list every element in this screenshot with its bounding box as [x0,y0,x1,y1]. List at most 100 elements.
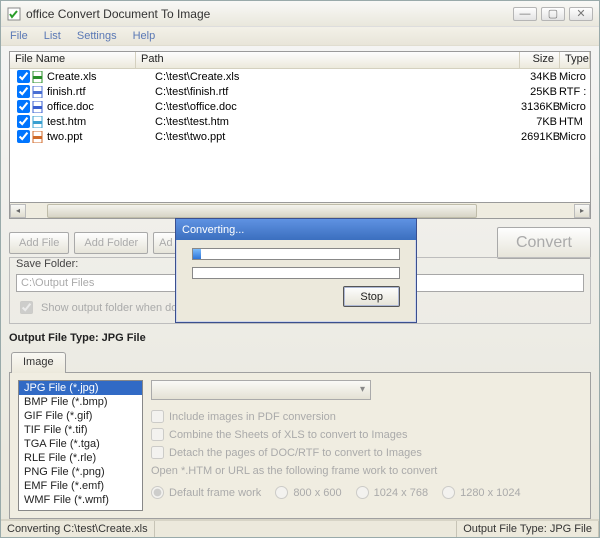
progress-bar-1 [192,248,400,260]
list-item[interactable]: PNG File (*.png) [19,465,142,479]
cell-size: 34KB [521,71,559,83]
window-controls: — ▢ ✕ [513,7,593,21]
framework-note: Open *.HTM or URL as the following frame… [151,465,582,477]
fw-1280-radio[interactable] [442,486,455,499]
col-type[interactable]: Type [560,52,590,68]
window-title: office Convert Document To Image [26,7,513,21]
status-right: Output File Type: JPG File [457,521,599,537]
frame-sizes: Default frame work 800 x 600 1024 x 768 … [151,481,582,504]
cell-path: C:\test\finish.rtf [155,86,521,98]
quality-combo[interactable] [151,380,371,400]
fw-default-radio[interactable] [151,486,164,499]
cell-path: C:\test\office.doc [155,101,521,113]
show-output-label: Show output folder when done [41,302,190,314]
row-checkbox[interactable] [17,100,30,113]
titlebar: office Convert Document To Image — ▢ ✕ [1,1,599,27]
list-item[interactable]: RLE File (*.rle) [19,451,142,465]
close-button[interactable]: ✕ [569,7,593,21]
fw-1024-radio[interactable] [356,486,369,499]
converting-dialog: Converting... Stop [175,218,417,323]
file-icon [32,71,44,83]
horizontal-scrollbar[interactable]: ◂ ▸ [9,203,591,219]
menu-help[interactable]: Help [126,28,163,44]
minimize-button[interactable]: — [513,7,537,21]
list-item[interactable]: WMF File (*.wmf) [19,493,142,507]
menu-settings[interactable]: Settings [70,28,124,44]
file-type-list[interactable]: JPG File (*.jpg)BMP File (*.bmp)GIF File… [18,380,143,511]
add-file-button[interactable]: Add File [9,232,69,254]
scroll-track[interactable] [27,204,573,218]
cell-filename: test.htm [47,116,155,128]
cell-size: 25KB [521,86,559,98]
progress-bar-2 [192,267,400,279]
status-left: Converting C:\test\Create.xls [1,521,155,537]
row-checkbox[interactable] [17,115,30,128]
list-item[interactable]: GIF File (*.gif) [19,409,142,423]
file-icon [32,86,44,98]
output-file-type-label: Output File Type: JPG File [9,332,591,344]
table-row[interactable]: finish.rtfC:\test\finish.rtf25KBRTF : [10,84,590,99]
menubar: File List Settings Help [1,27,599,46]
list-item[interactable]: BMP File (*.bmp) [19,395,142,409]
stop-button[interactable]: Stop [343,286,400,307]
dialog-title: Converting... [176,219,416,240]
tabs: Image [9,352,591,373]
cell-size: 2691KB [521,131,559,143]
progress-fill-1 [193,249,201,259]
file-grid: File Name Path Size Type Create.xlsC:\te… [9,51,591,203]
include-images-checkbox[interactable] [151,410,164,423]
menu-file[interactable]: File [3,28,35,44]
show-output-checkbox[interactable] [20,301,33,314]
combine-sheets-checkbox[interactable] [151,428,164,441]
row-checkbox[interactable] [17,70,30,83]
table-row[interactable]: test.htmC:\test\test.htm7KBHTM [10,114,590,129]
cell-filename: two.ppt [47,131,155,143]
table-row[interactable]: office.docC:\test\office.doc3136KBMicro [10,99,590,114]
detach-pages-label: Detach the pages of DOC/RTF to convert t… [169,447,422,459]
convert-button[interactable]: Convert [497,227,591,259]
list-item[interactable]: JPG File (*.jpg) [19,381,142,395]
cell-type: HTM [559,116,587,128]
file-icon [32,131,44,143]
table-row[interactable]: Create.xlsC:\test\Create.xls34KBMicro [10,69,590,84]
app-icon [7,7,21,21]
detach-pages-checkbox[interactable] [151,446,164,459]
col-size[interactable]: Size [520,52,560,68]
scroll-thumb[interactable] [47,204,477,218]
status-fill [155,521,458,537]
row-checkbox[interactable] [17,85,30,98]
col-filename[interactable]: File Name [10,52,136,68]
cell-filename: office.doc [47,101,155,113]
cell-type: RTF : [559,86,587,98]
table-row[interactable]: two.pptC:\test\two.ppt2691KBMicro [10,129,590,144]
maximize-button[interactable]: ▢ [541,7,565,21]
fw-800-radio[interactable] [275,486,288,499]
cell-filename: Create.xls [47,71,155,83]
cell-size: 7KB [521,116,559,128]
cell-type: Micro [559,71,587,83]
scroll-left-button[interactable]: ◂ [10,204,26,218]
cell-filename: finish.rtf [47,86,155,98]
options-pane: Include images in PDF conversion Combine… [151,380,582,511]
cell-type: Micro [559,131,587,143]
cell-path: C:\test\Create.xls [155,71,521,83]
combine-sheets-label: Combine the Sheets of XLS to convert to … [169,429,407,441]
grid-header: File Name Path Size Type [10,52,590,69]
col-path[interactable]: Path [136,52,520,68]
add-folder-button[interactable]: Add Folder [74,232,148,254]
list-item[interactable]: TIF File (*.tif) [19,423,142,437]
cell-path: C:\test\two.ppt [155,131,521,143]
row-checkbox[interactable] [17,130,30,143]
list-item[interactable]: TGA File (*.tga) [19,437,142,451]
grid-rows: Create.xlsC:\test\Create.xls34KBMicrofin… [10,69,590,202]
scroll-right-button[interactable]: ▸ [574,204,590,218]
statusbar: Converting C:\test\Create.xls Output Fil… [1,519,599,537]
list-item[interactable]: EMF File (*.emf) [19,479,142,493]
menu-list[interactable]: List [37,28,68,44]
file-icon [32,101,44,113]
cell-type: Micro [559,101,587,113]
cell-path: C:\test\test.htm [155,116,521,128]
tab-area: Image JPG File (*.jpg)BMP File (*.bmp)GI… [9,352,591,519]
tab-image[interactable]: Image [11,352,66,373]
dialog-body: Stop [176,240,416,313]
